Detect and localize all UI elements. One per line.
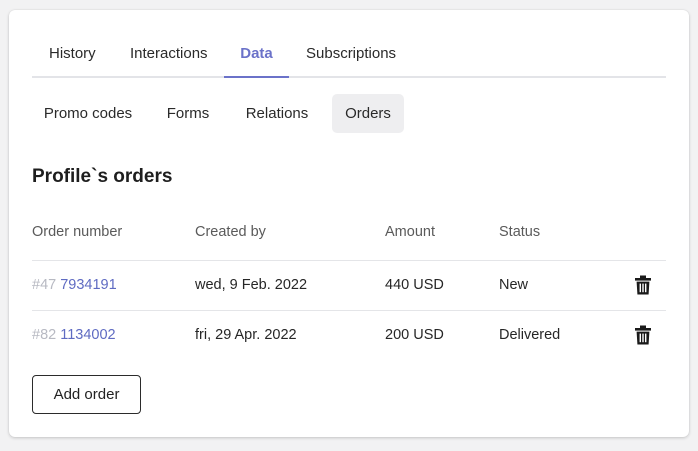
tab-interactions[interactable]: Interactions xyxy=(130,37,208,76)
tab-history[interactable]: History xyxy=(49,37,96,76)
order-prefix: #82 xyxy=(32,327,57,343)
subtab-relations[interactable]: Relations xyxy=(235,94,319,133)
order-number-link[interactable]: 7934191 xyxy=(60,277,116,293)
column-header-created-by: Created by xyxy=(195,224,266,240)
column-header-status: Status xyxy=(499,224,541,240)
main-tabs: History Interactions Data Subscriptions xyxy=(32,37,666,78)
order-status: New xyxy=(499,277,529,293)
subtab-orders[interactable]: Orders xyxy=(332,94,404,133)
orders-card: History Interactions Data Subscriptions … xyxy=(9,10,689,437)
table-divider xyxy=(32,260,666,261)
order-number-cell: #82 1134002 xyxy=(32,327,116,343)
order-amount: 200 USD xyxy=(385,327,444,343)
order-number-link[interactable]: 1134002 xyxy=(60,327,115,343)
order-amount: 440 USD xyxy=(385,277,444,293)
subtab-forms[interactable]: Forms xyxy=(156,94,220,133)
order-prefix: #47 xyxy=(32,277,57,293)
order-status: Delivered xyxy=(499,327,561,343)
trash-icon[interactable] xyxy=(634,325,652,345)
tab-subscriptions[interactable]: Subscriptions xyxy=(306,37,396,76)
trash-icon[interactable] xyxy=(634,275,652,295)
add-order-button[interactable]: Add order xyxy=(32,375,141,414)
created-date: wed, 9 Feb. 2022 xyxy=(195,277,308,293)
column-header-order-number: Order number xyxy=(32,224,123,240)
table-divider xyxy=(32,310,666,311)
section-title: Profile`s orders xyxy=(32,166,173,187)
column-header-amount: Amount xyxy=(385,224,435,240)
subtab-promo-codes[interactable]: Promo codes xyxy=(32,94,144,133)
tab-data[interactable]: Data xyxy=(224,37,289,78)
created-date: fri, 29 Apr. 2022 xyxy=(195,327,297,343)
order-number-cell: #47 7934191 xyxy=(32,277,117,293)
